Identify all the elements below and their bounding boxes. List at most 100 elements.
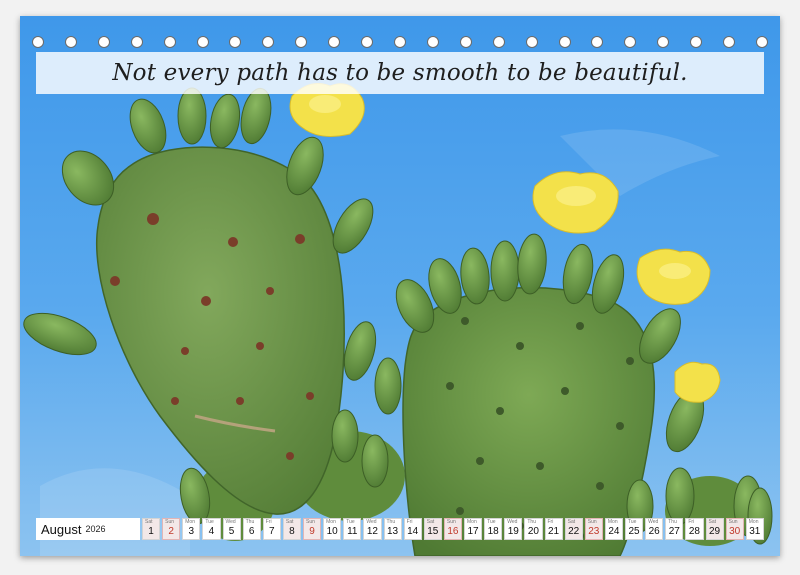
weekday-label: Sun	[306, 519, 315, 525]
day-cell: Tue 4	[202, 518, 221, 540]
binding-ring	[657, 36, 670, 48]
day-cell: Sun 9	[303, 518, 322, 540]
day-number: 19	[507, 526, 519, 537]
day-number: 29	[709, 526, 721, 537]
binding-ring	[591, 36, 604, 48]
weekday-label: Wed	[507, 519, 518, 525]
binding-ring	[97, 36, 110, 48]
day-cell: Mon 31	[745, 518, 764, 540]
weekday-label: Sun	[165, 519, 175, 525]
day-number: 11	[347, 526, 358, 537]
day-cell: Sun 23	[584, 518, 603, 540]
calendar-strip: August 2026 Sat 1 Sun 2 Mon 3 Tue 4 Wed 5 Thu 6 Fri 7…	[36, 518, 764, 540]
day-cells: Sat 1 Sun 2 Mon 3 Tue 4 Wed 5 Thu 6 Fri 7 Sat 8 Sun 9 Mon 1…	[142, 518, 764, 540]
day-number: 5	[228, 526, 235, 537]
binding-ring	[196, 36, 209, 48]
day-number: 14	[407, 526, 419, 537]
weekday-label: Sat	[567, 519, 576, 525]
day-cell: Sat 1	[142, 518, 161, 540]
day-number: 30	[729, 526, 741, 537]
binding-ring	[64, 36, 77, 48]
binding-ring	[262, 36, 275, 48]
day-cell: Wed 19	[504, 518, 523, 540]
binding-ring	[492, 36, 505, 48]
day-number: 27	[668, 526, 680, 537]
binding-ring	[558, 36, 571, 48]
binding-ring	[459, 36, 472, 48]
day-number: 1	[148, 526, 154, 537]
binding-ring	[32, 36, 44, 48]
day-number: 31	[749, 526, 761, 537]
weekday-label: Tue	[628, 519, 637, 525]
day-number: 22	[568, 526, 580, 537]
weekday-label: Mon	[748, 519, 759, 525]
weekday-label: Mon	[185, 519, 195, 525]
day-number: 7	[269, 526, 275, 537]
day-cell: Fri 14	[403, 518, 422, 540]
day-cell: Thu 20	[524, 518, 543, 540]
day-number: 12	[366, 526, 378, 537]
binding-ring	[393, 36, 406, 48]
weekday-label: Tue	[346, 519, 355, 525]
day-cell: Thu 13	[383, 518, 402, 540]
weekday-label: Fri	[406, 519, 413, 525]
weekday-label: Thu	[527, 519, 536, 525]
weekday-label: Thu	[245, 519, 255, 525]
cactus-photo	[20, 16, 780, 556]
weekday-label: Wed	[648, 519, 659, 525]
day-cell: Tue 18	[484, 518, 503, 540]
binding-ring	[295, 36, 308, 48]
weekday-label: Sun	[728, 519, 738, 525]
day-number: 15	[427, 526, 439, 537]
day-cell: Tue 25	[625, 518, 644, 540]
day-cell: Wed 12	[363, 518, 382, 540]
weekday-label: Tue	[487, 519, 496, 525]
weekday-label: Fri	[547, 519, 554, 525]
day-number: 24	[608, 526, 620, 537]
binding-ring	[229, 36, 242, 48]
day-cell: Fri 21	[544, 518, 563, 540]
binding-ring	[130, 36, 143, 48]
weekday-label: Tue	[205, 519, 214, 525]
binding-ring	[361, 36, 374, 48]
day-number: 3	[188, 526, 195, 537]
day-cell: Mon 17	[464, 518, 483, 540]
day-number: 13	[387, 526, 399, 537]
binding-ring	[525, 36, 538, 48]
binding-ring	[328, 36, 341, 48]
calendar-page: Not every path has to be smooth to be be…	[20, 16, 780, 556]
weekday-label: Sun	[446, 519, 456, 525]
day-cell: Sun 16	[443, 518, 462, 540]
weekday-label: Wed	[225, 519, 236, 525]
day-cell: Thu 6	[242, 518, 261, 540]
binding-ring	[426, 36, 439, 48]
weekday-label: Wed	[366, 519, 377, 525]
weekday-label: Thu	[386, 519, 396, 525]
day-number: 8	[289, 526, 295, 537]
day-cell: Sun 2	[162, 518, 181, 540]
day-cell: Sat 22	[564, 518, 583, 540]
binding-rings	[32, 34, 768, 50]
day-cell: Wed 26	[645, 518, 664, 540]
day-number: 4	[208, 526, 215, 537]
day-number: 21	[548, 526, 560, 537]
day-number: 23	[588, 526, 600, 537]
day-cell: Mon 24	[604, 518, 623, 540]
day-number: 20	[527, 526, 539, 537]
weekday-label: Mon	[607, 519, 618, 525]
day-cell: Thu 27	[665, 518, 684, 540]
day-number: 28	[688, 526, 700, 537]
day-cell: Fri 7	[262, 518, 281, 540]
day-cell: Sat 29	[705, 518, 724, 540]
month-label: August 2026	[36, 518, 140, 540]
weekday-label: Fri	[265, 519, 272, 525]
weekday-label: Mon	[326, 519, 336, 525]
day-number: 9	[309, 526, 315, 537]
weekday-label: Fri	[688, 519, 695, 525]
weekday-label: Sun	[587, 519, 597, 525]
day-cell: Fri 28	[685, 518, 704, 540]
day-number: 16	[447, 526, 459, 537]
day-number: 2	[168, 526, 174, 537]
weekday-label: Sat	[426, 519, 435, 525]
weekday-label: Sat	[708, 519, 717, 525]
